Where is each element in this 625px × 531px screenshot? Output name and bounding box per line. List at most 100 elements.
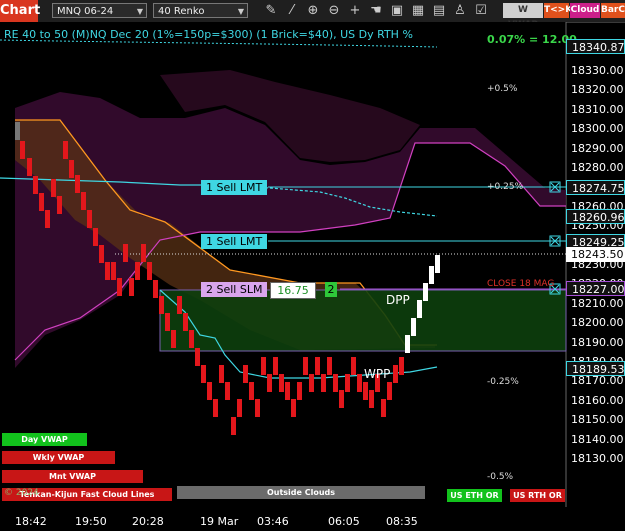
sell-limit-order-1[interactable]: 1 Sell LMT	[201, 180, 268, 195]
renko-brick	[75, 175, 80, 193]
renko-brick	[417, 300, 422, 318]
us-eth-or-legend[interactable]: US ETH OR	[447, 489, 502, 502]
renko-brick	[303, 357, 308, 375]
renko-brick	[183, 313, 188, 331]
renko-brick	[165, 313, 170, 331]
renko-brick	[363, 382, 368, 400]
renko-brick	[27, 158, 32, 176]
renko-brick	[33, 176, 38, 194]
renko-brick	[231, 417, 236, 435]
toolbar: Chart MNQ 06-24 ▼ 40 Renko ▼ ✎ ⁄ ⊕ ⊖ + ☚…	[0, 0, 625, 30]
renko-brick	[381, 399, 386, 417]
crosshair-icon[interactable]: +	[346, 2, 364, 20]
renko-brick	[339, 390, 344, 408]
slm-quantity[interactable]: 2	[325, 282, 337, 297]
calendar-icon[interactable]: ▤	[430, 2, 448, 20]
renko-brick	[423, 283, 428, 301]
renko-brick	[45, 210, 50, 228]
renko-brick	[171, 330, 176, 348]
renko-brick	[153, 280, 158, 298]
renko-brick	[201, 365, 206, 383]
renko-brick	[357, 374, 362, 392]
renko-brick	[177, 296, 182, 314]
renko-brick	[273, 357, 278, 375]
instrument-selector[interactable]: MNQ 06-24 ▼	[52, 3, 147, 18]
renko-brick	[123, 244, 128, 262]
price-tick-label: 18210.00	[571, 296, 624, 310]
chart-tab[interactable]: Chart	[0, 0, 40, 22]
renko-brick	[261, 357, 266, 375]
renko-brick	[93, 228, 98, 246]
outside-clouds-legend[interactable]: Outside Clouds	[177, 486, 425, 499]
time-label: 08:35	[386, 515, 418, 528]
renko-brick	[147, 262, 152, 280]
renko-brick	[267, 374, 272, 392]
mnt-vwap-legend[interactable]: Mnt VWAP	[2, 470, 143, 483]
price-tag-bottom: 18189.53	[566, 361, 625, 376]
renko-brick	[135, 262, 140, 280]
renko-brick	[63, 141, 68, 159]
barc-button[interactable]: BarC	[601, 3, 625, 18]
time-label: 19:50	[75, 515, 107, 528]
renko-brick	[369, 390, 374, 408]
time-label: 06:05	[328, 515, 360, 528]
renko-brick	[219, 365, 224, 383]
hand-icon[interactable]: ☚	[367, 2, 385, 20]
renko-brick	[411, 318, 416, 336]
pct-badge: 0.07% = 12.00	[487, 33, 577, 46]
tk-button[interactable]: T<>K	[544, 3, 572, 18]
zoom-in-icon[interactable]: ⊕	[304, 2, 322, 20]
sell-slm-order[interactable]: 2 Sell SLM	[201, 282, 268, 297]
renko-brick	[279, 374, 284, 392]
slash-icon[interactable]: ⁄	[283, 2, 301, 20]
renko-brick	[435, 255, 440, 273]
period-selector[interactable]: 40 Renko ▼	[153, 3, 248, 18]
us-rth-or-legend[interactable]: US RTH OR	[510, 489, 565, 502]
renko-brick	[129, 278, 134, 296]
renko-brick	[405, 335, 410, 353]
renko-brick	[51, 179, 56, 197]
renko-brick	[399, 357, 404, 375]
wvwap-button[interactable]: W VWAP	[503, 3, 543, 30]
close-label: CLOSE 18 MAG	[487, 279, 555, 289]
renko-brick	[81, 192, 86, 210]
time-label: 20:28	[132, 515, 164, 528]
price-tick-label: 18280.00	[571, 161, 624, 174]
price-tag-sell1: 18274.75	[566, 180, 625, 195]
renko-brick	[99, 245, 104, 263]
renko-brick	[15, 122, 20, 140]
person-icon[interactable]: ♙	[451, 2, 469, 20]
price-tick-label: 18290.00	[571, 141, 624, 155]
time-label: 03:46	[257, 515, 289, 528]
camera-icon[interactable]: ▣	[388, 2, 406, 20]
renko-brick	[39, 193, 44, 211]
price-tick-label: 18330.00	[571, 64, 624, 77]
day-vwap-legend[interactable]: Day VWAP	[2, 433, 87, 446]
renko-brick	[291, 399, 296, 417]
price-tick-label: 18310.00	[571, 102, 624, 116]
price-tag-current: 18243.50	[566, 247, 625, 262]
price-tick-label: 18300.00	[571, 122, 624, 136]
price-tick-label: 18190.00	[571, 335, 624, 349]
price-tick-label: 18160.00	[571, 393, 624, 407]
sell-limit-order-2[interactable]: 1 Sell LMT	[201, 234, 268, 249]
price-tick-label: 18320.00	[571, 83, 624, 97]
wkly-vwap-legend[interactable]: Wkly VWAP	[2, 451, 115, 464]
grid-icon[interactable]: ▦	[409, 2, 427, 20]
price-tag-slm: 18227.00	[566, 281, 625, 296]
chevron-down-icon: ▼	[136, 7, 143, 16]
renko-brick	[57, 196, 62, 214]
wpp-label: WPP	[364, 367, 391, 381]
cloud-button[interactable]: Cloud	[570, 3, 600, 18]
renko-brick	[285, 382, 290, 400]
pencil-icon[interactable]: ✎	[262, 2, 280, 20]
renko-brick	[207, 382, 212, 400]
zoom-out-icon[interactable]: ⊖	[325, 2, 343, 20]
renko-brick	[189, 330, 194, 348]
renko-brick	[213, 399, 218, 417]
time-label: 18:42	[15, 515, 47, 528]
checkbox-icon[interactable]: ☑	[472, 2, 490, 20]
slm-price-offset[interactable]: 16.75	[270, 282, 316, 299]
renko-brick	[87, 210, 92, 228]
price-tick-label: 18140.00	[571, 432, 624, 446]
